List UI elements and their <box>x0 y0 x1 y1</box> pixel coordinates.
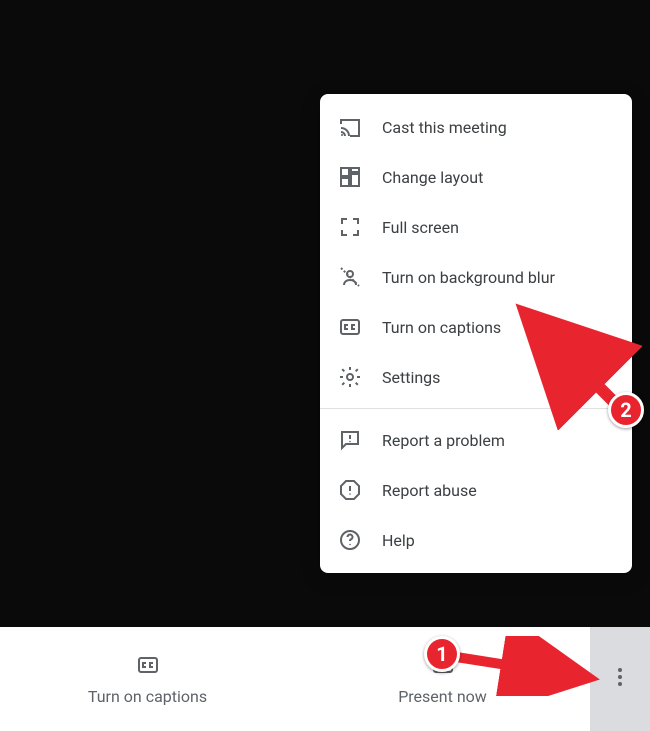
menu-item-label: Cast this meeting <box>382 118 507 137</box>
menu-item-label: Report abuse <box>382 481 477 500</box>
menu-item-background-blur[interactable]: Turn on background blur <box>320 252 632 302</box>
menu-item-label: Help <box>382 531 415 550</box>
menu-item-report-problem[interactable]: Report a problem <box>320 415 632 465</box>
menu-item-captions[interactable]: Turn on captions <box>320 302 632 352</box>
menu-item-label: Turn on captions <box>382 318 501 337</box>
annotation-badge-2: 2 <box>608 392 644 428</box>
more-options-menu: Cast this meeting Change layout Full scr… <box>320 94 632 573</box>
more-options-button[interactable] <box>590 627 650 731</box>
fullscreen-icon <box>338 215 362 239</box>
more-vert-icon <box>608 665 632 693</box>
gear-icon <box>338 365 362 389</box>
bottom-toolbar: Turn on captions Present now <box>0 627 590 731</box>
badge-number: 1 <box>436 642 447 666</box>
captions-icon <box>338 315 362 339</box>
captions-icon <box>136 653 160 681</box>
app-frame: Cast this meeting Change layout Full scr… <box>0 0 650 731</box>
menu-item-help[interactable]: Help <box>320 515 632 565</box>
feedback-icon <box>338 428 362 452</box>
menu-item-label: Full screen <box>382 218 459 237</box>
menu-item-cast[interactable]: Cast this meeting <box>320 102 632 152</box>
menu-item-label: Turn on background blur <box>382 268 555 287</box>
menu-item-settings[interactable]: Settings <box>320 352 632 402</box>
blur-icon <box>338 265 362 289</box>
menu-item-label: Report a problem <box>382 431 505 450</box>
badge-number: 2 <box>620 398 631 422</box>
cast-icon <box>338 115 362 139</box>
annotation-badge-1: 1 <box>424 636 460 672</box>
report-icon <box>338 478 362 502</box>
menu-item-report-abuse[interactable]: Report abuse <box>320 465 632 515</box>
present-label: Present now <box>398 687 487 706</box>
captions-button[interactable]: Turn on captions <box>0 627 295 731</box>
menu-separator <box>320 408 632 409</box>
layout-icon <box>338 165 362 189</box>
menu-item-label: Change layout <box>382 168 483 187</box>
menu-item-layout[interactable]: Change layout <box>320 152 632 202</box>
menu-item-label: Settings <box>382 368 440 387</box>
menu-item-fullscreen[interactable]: Full screen <box>320 202 632 252</box>
help-icon <box>338 528 362 552</box>
captions-label: Turn on captions <box>88 687 207 706</box>
